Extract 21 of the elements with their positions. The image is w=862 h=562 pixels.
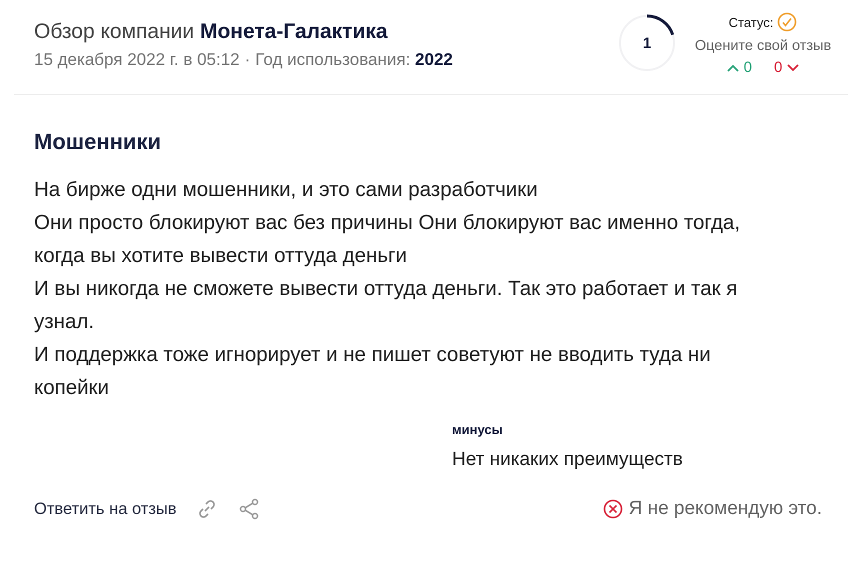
rate-prompt: Оцените свой отзыв [694,38,832,54]
chevron-down-icon [786,62,800,72]
recommendation-text: Я не рекомендую это. [628,498,822,520]
review-paragraph: На бирже одни мошенники, и это сами разработчики [34,177,539,203]
upvote-button[interactable]: 0 [726,59,752,76]
separator-dot: · [244,50,250,70]
check-circle-icon [777,12,798,32]
downvote-button[interactable]: 0 [774,59,800,76]
review-paragraph: Они просто блокируют вас без причины Они блокируют вас именно тогда, когда вы хотите вывести оттуда деньги [34,210,742,269]
review-paragraph: И вы никогда не сможете вывести оттуда деньги. Так это работает и так я узнал. [34,276,738,335]
cons-text: Нет никаких преимуществ [452,449,684,471]
review-paragraph: И поддержка тоже игнорирует и не пишет советуют не вводить туда ни копейки [34,342,712,401]
status-label: Статус: [728,14,774,30]
reply-link[interactable]: Ответить на отзыв [34,500,177,518]
rating-ring: 1 [616,12,678,74]
usage-year: Год использования: 2022 [255,50,453,70]
review-heading: Мошенники [34,129,162,155]
review-date: 15 декабря 2022 г. в 05:12 [34,50,240,70]
review-title: Обзор компании Монета-Галактика [34,20,389,44]
cons-heading: минусы [452,422,504,437]
chevron-up-icon [726,62,740,72]
